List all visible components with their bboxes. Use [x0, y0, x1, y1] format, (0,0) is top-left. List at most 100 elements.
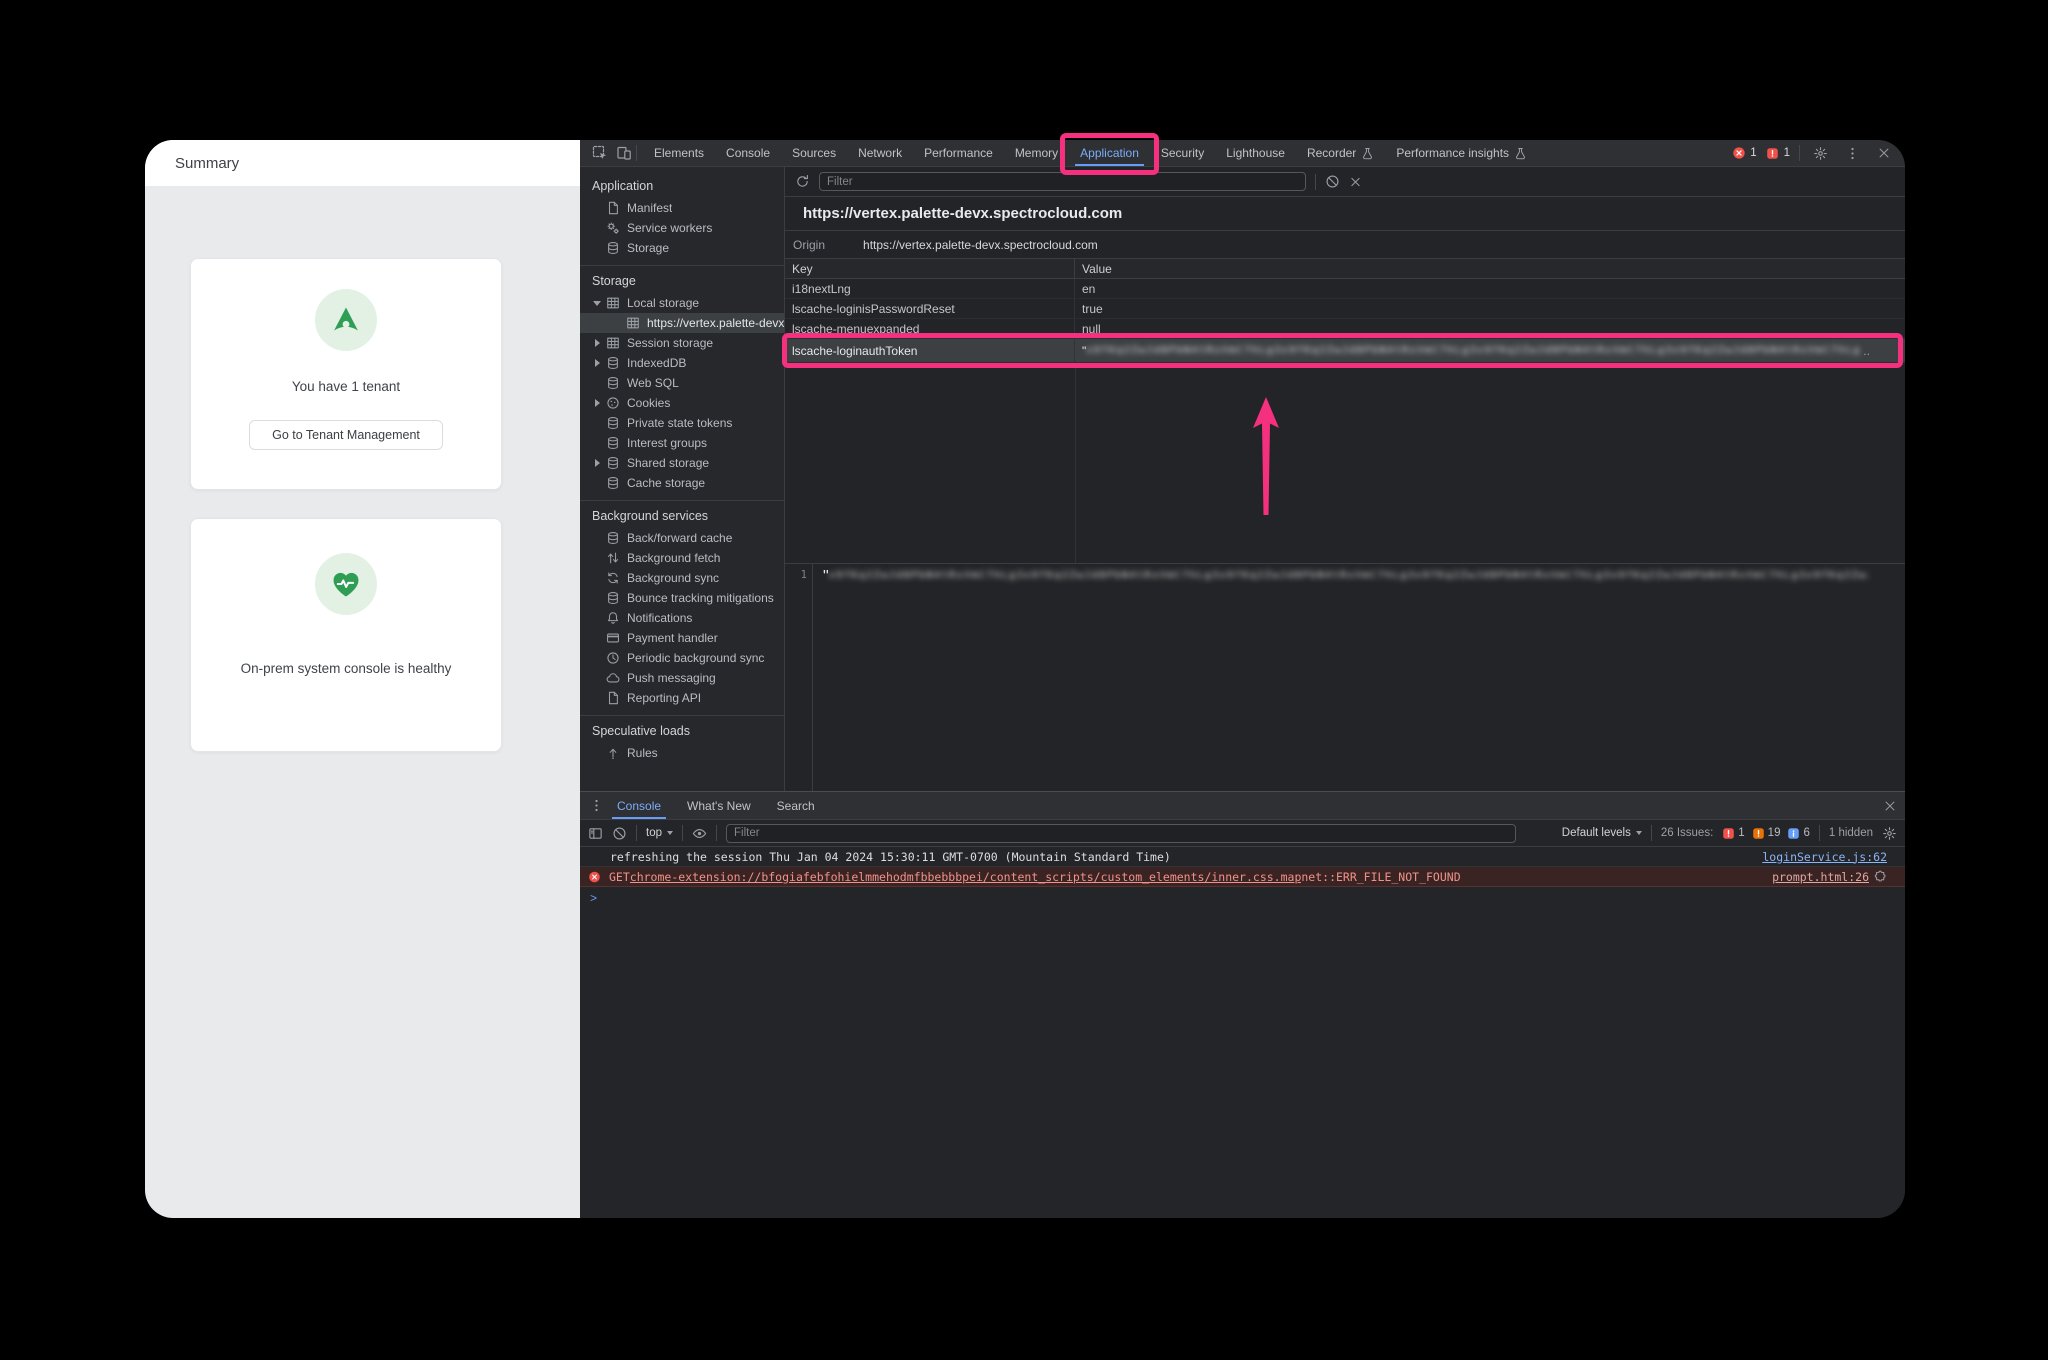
- console-sidebar-icon[interactable]: [588, 826, 603, 841]
- tab-recorder[interactable]: Recorder: [1296, 140, 1385, 166]
- tab-label: Elements: [654, 146, 705, 160]
- console-prompt[interactable]: >: [580, 887, 1905, 909]
- sidebar-item-label: Periodic background sync: [627, 651, 765, 665]
- sidebar-item-session-storage[interactable]: Session storage: [580, 333, 784, 353]
- sidebar-item-manifest[interactable]: Manifest: [580, 198, 784, 218]
- levels-selector[interactable]: Default levels: [1562, 827, 1642, 839]
- issues-label[interactable]: 26 Issues:: [1661, 827, 1713, 839]
- issue-badge-warning[interactable]: 19: [1752, 827, 1780, 840]
- database-icon: [606, 376, 620, 390]
- issue-badge-error[interactable]: 1: [1722, 827, 1745, 840]
- gear-icon[interactable]: [1813, 146, 1828, 161]
- tab-performance[interactable]: Performance: [913, 140, 1004, 166]
- sidebar-item-storage[interactable]: Storage: [580, 238, 784, 258]
- close-icon[interactable]: [1877, 146, 1891, 160]
- sidebar-item-rules[interactable]: Rules: [580, 743, 784, 763]
- sidebar-item-https-vertex-palette-devx[interactable]: https://vertex.palette-devx: [580, 313, 784, 333]
- drawer-tab-what-s-new[interactable]: What's New: [674, 792, 764, 819]
- tab-memory[interactable]: Memory: [1004, 140, 1069, 166]
- sidebar-item-service-workers[interactable]: Service workers: [580, 218, 784, 238]
- context-selector[interactable]: top: [646, 827, 673, 839]
- sidebar-item-private-state-tokens[interactable]: Private state tokens: [580, 413, 784, 433]
- table-row[interactable]: lscache-loginauthToken " x9fKq2ZwJd8PbN4tR…: [782, 333, 1905, 368]
- sidebar-item-local-storage[interactable]: Local storage: [580, 293, 784, 313]
- sidebar-item-label: Payment handler: [627, 631, 718, 645]
- sidebar-item-payment-handler[interactable]: Payment handler: [580, 628, 784, 648]
- chevron-right-icon[interactable]: [590, 396, 604, 410]
- source-link[interactable]: loginService.js:62: [1742, 850, 1887, 864]
- clear-all-icon[interactable]: [1325, 174, 1340, 189]
- sidebar-item-background-sync[interactable]: Background sync: [580, 568, 784, 588]
- table-body: i18nextLng en lscache-loginisPasswordReset…: [782, 279, 1905, 368]
- sidebar-item-background-fetch[interactable]: Background fetch: [580, 548, 784, 568]
- sidebar-item-back-forward-cache[interactable]: Back/forward cache: [580, 528, 784, 548]
- sidebar-item-notifications[interactable]: Notifications: [580, 608, 784, 628]
- tab-security[interactable]: Security: [1150, 140, 1215, 166]
- chevron-down-icon[interactable]: [590, 296, 604, 310]
- sidebar-item-bounce-tracking-mitigations[interactable]: Bounce tracking mitigations: [580, 588, 784, 608]
- table-row[interactable]: lscache-menuexpanded null: [785, 319, 1905, 339]
- console-filter-input[interactable]: [726, 823, 1516, 843]
- sidebar-item-interest-groups[interactable]: Interest groups: [580, 433, 784, 453]
- sidebar-item-indexeddb[interactable]: IndexedDB: [580, 353, 784, 373]
- browser-window: Summary You have 1 tenant Go to Tenant Ma…: [145, 133, 1905, 1218]
- table-row[interactable]: i18nextLng en: [785, 279, 1905, 299]
- source-link[interactable]: prompt.html:26: [1752, 870, 1887, 884]
- sidebar-item-shared-storage[interactable]: Shared storage: [580, 453, 784, 473]
- go-to-tenant-management-button[interactable]: Go to Tenant Management: [249, 420, 443, 450]
- tab-label: Lighthouse: [1226, 146, 1285, 160]
- tab-console[interactable]: Console: [715, 140, 781, 166]
- more-vertical-icon[interactable]: [588, 798, 604, 814]
- sidebar-section-background-services: Background services Back/forward cache Bac…: [580, 501, 784, 716]
- sidebar-item-label: Cache storage: [627, 476, 706, 490]
- message-link[interactable]: chrome-extension://bfogiafebfohielmmehod…: [630, 870, 1302, 884]
- table-row[interactable]: lscache-loginisPasswordReset true: [785, 299, 1905, 319]
- issue-count-badge[interactable]: 1: [1766, 146, 1790, 160]
- clear-console-icon[interactable]: [612, 826, 627, 841]
- console-toolbar: top Default levels 26 Issues:: [580, 820, 1905, 847]
- chevron-right-icon[interactable]: [590, 356, 604, 370]
- tabbar-right: 1 1: [1732, 145, 1895, 161]
- sidebar-item-label: Notifications: [627, 611, 693, 625]
- eye-icon[interactable]: [692, 826, 707, 841]
- column-header-value[interactable]: Value: [1075, 259, 1905, 278]
- drawer-tab-console[interactable]: Console: [604, 792, 674, 819]
- sidebar-item-cookies[interactable]: Cookies: [580, 393, 784, 413]
- issue-icon: [1766, 146, 1780, 160]
- column-header-key[interactable]: Key: [785, 259, 1075, 278]
- drawer-tab-search[interactable]: Search: [764, 792, 828, 819]
- tab-elements[interactable]: Elements: [643, 140, 715, 166]
- rules-icon: [606, 746, 620, 760]
- delete-selected-icon[interactable]: [1349, 175, 1362, 188]
- chevron-right-icon[interactable]: [590, 456, 604, 470]
- tab-performance-insights[interactable]: Performance insights: [1385, 140, 1538, 166]
- issue-badge-info[interactable]: 6: [1787, 827, 1810, 840]
- card-message: On-prem system console is healthy: [240, 661, 452, 676]
- more-vertical-icon[interactable]: [1845, 146, 1860, 161]
- close-drawer-icon[interactable]: [1883, 799, 1897, 813]
- error-count: 1: [1750, 147, 1757, 159]
- divider: [636, 145, 637, 161]
- refresh-icon[interactable]: [795, 174, 810, 189]
- inspect-icon[interactable]: [592, 145, 608, 161]
- database-icon: [606, 241, 620, 255]
- sidebar-item-push-messaging[interactable]: Push messaging: [580, 668, 784, 688]
- device-toolbar-icon[interactable]: [616, 145, 632, 161]
- console-settings-gear-icon[interactable]: [1882, 826, 1897, 841]
- sidebar-item-web-sql[interactable]: Web SQL: [580, 373, 784, 393]
- database-icon: [606, 436, 620, 450]
- tab-network[interactable]: Network: [847, 140, 913, 166]
- chevron-right-icon[interactable]: [590, 336, 604, 350]
- sidebar-item-periodic-background-sync[interactable]: Periodic background sync: [580, 648, 784, 668]
- database-icon: [606, 591, 620, 605]
- sidebar-item-cache-storage[interactable]: Cache storage: [580, 473, 784, 493]
- tab-application[interactable]: Application: [1060, 133, 1159, 175]
- sidebar-item-label: Storage: [627, 241, 670, 255]
- devtools-tabbar: Elements Console Sources Network Performance…: [580, 133, 1905, 175]
- storage-filter-input[interactable]: [819, 172, 1306, 191]
- error-count-badge[interactable]: 1: [1732, 146, 1757, 160]
- tab-sources[interactable]: Sources: [781, 140, 847, 166]
- sidebar-item-reporting-api[interactable]: Reporting API: [580, 688, 784, 708]
- tab-lighthouse[interactable]: Lighthouse: [1215, 140, 1296, 166]
